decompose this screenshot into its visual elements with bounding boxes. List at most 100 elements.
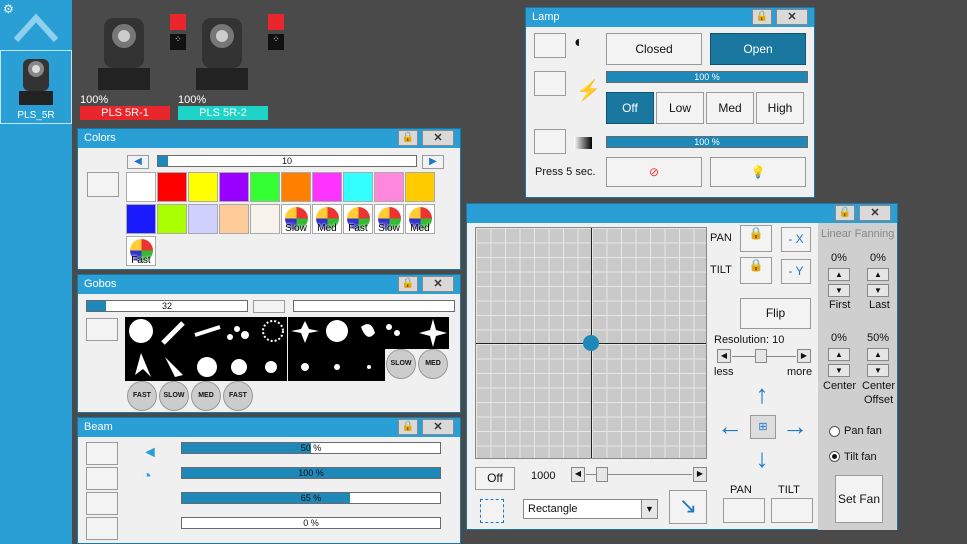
shutter-bar[interactable]: 100 % xyxy=(606,136,808,148)
tilt-lock-button[interactable]: 🔒 xyxy=(740,257,772,284)
color-swatch[interactable] xyxy=(157,204,187,234)
color-wheel-button[interactable]: Med xyxy=(405,204,435,234)
fixture-card-1[interactable]: 100% PLS 5R-1 ⁘ xyxy=(80,14,186,124)
shutter-open-button[interactable]: Open xyxy=(710,33,806,65)
flip-button[interactable]: Flip xyxy=(740,298,811,329)
prev-arrow-icon[interactable]: ◀ xyxy=(127,155,149,169)
strobe-button[interactable] xyxy=(534,71,566,96)
beam-bar[interactable]: 0 % xyxy=(181,517,441,529)
gobo-rotation-button[interactable]: MED xyxy=(191,381,221,411)
pan-button[interactable] xyxy=(723,498,765,523)
offset-up-button[interactable]: ▲ xyxy=(867,348,889,361)
gobo-rotation-button[interactable]: FAST xyxy=(127,381,157,411)
fixture-card-2[interactable]: 100% PLS 5R-2 ⁘ xyxy=(178,14,284,124)
lamp-on-off-button[interactable] xyxy=(534,33,566,58)
lamp-on-bulb-button[interactable]: 💡 xyxy=(710,157,806,187)
lamp-high-button[interactable]: High xyxy=(756,92,804,124)
color-swatch[interactable] xyxy=(219,172,249,202)
select-rect-icon[interactable] xyxy=(480,499,504,523)
close-button[interactable]: ✕ xyxy=(776,9,808,25)
lock-icon[interactable]: 🔒 xyxy=(398,276,418,292)
center-down-button[interactable]: ▼ xyxy=(828,364,850,377)
shape-select[interactable]: Rectangle ▼ xyxy=(523,499,658,519)
gobo-rotation-button[interactable]: SLOW xyxy=(386,349,416,379)
color-swatch[interactable] xyxy=(250,204,280,234)
lock-icon[interactable]: 🔒 xyxy=(752,9,772,25)
color-swatch[interactable] xyxy=(126,204,156,234)
color-swatch[interactable] xyxy=(281,172,311,202)
position-marker[interactable] xyxy=(583,335,599,351)
color-swatch[interactable] xyxy=(126,172,156,202)
color-swatch[interactable] xyxy=(250,172,280,202)
arrow-up-icon[interactable]: ↑ xyxy=(746,379,778,411)
color-swatch[interactable] xyxy=(188,172,218,202)
close-button[interactable]: ✕ xyxy=(422,130,454,146)
beam-bar[interactable]: 100 % xyxy=(181,467,441,479)
color-swatch[interactable] xyxy=(188,204,218,234)
lamp-off-button[interactable]: Off xyxy=(606,92,654,124)
beam-button-2[interactable] xyxy=(86,467,118,490)
shutter-level-button[interactable] xyxy=(534,129,566,154)
pantilt-grid[interactable] xyxy=(475,227,707,459)
color-swatch[interactable] xyxy=(374,172,404,202)
invert-y-button[interactable]: - Y xyxy=(781,259,811,284)
center-icon[interactable]: ⊞ xyxy=(750,415,776,439)
lamp-off-bulb-button[interactable]: ⊘ xyxy=(606,157,702,187)
gobo-open-button[interactable] xyxy=(86,318,118,341)
resolution-more-button[interactable]: ▶ xyxy=(797,349,811,363)
arrow-down-icon[interactable]: ↓ xyxy=(746,443,778,475)
beam-bar[interactable]: 65 % xyxy=(181,492,441,504)
color-swatch[interactable] xyxy=(157,172,187,202)
pan-fan-radio[interactable] xyxy=(829,426,840,437)
lock-icon[interactable]: 🔒 xyxy=(398,130,418,146)
lamp-med-button[interactable]: Med xyxy=(706,92,754,124)
offset-down-button[interactable]: ▼ xyxy=(867,364,889,377)
tilt-fan-radio[interactable] xyxy=(829,451,840,462)
arrow-left-icon[interactable]: ← xyxy=(714,411,746,443)
speed-right-button[interactable]: ▶ xyxy=(693,467,707,482)
center-up-button[interactable]: ▲ xyxy=(828,348,850,361)
resolution-less-button[interactable]: ◀ xyxy=(717,349,731,363)
lamp-low-button[interactable]: Low xyxy=(656,92,704,124)
speed-thumb[interactable] xyxy=(596,467,608,482)
shutter-closed-button[interactable]: Closed xyxy=(606,33,702,65)
lock-icon[interactable]: 🔒 xyxy=(835,205,855,221)
dimmer-bar[interactable]: 100 % xyxy=(606,71,808,83)
color-wheel-button[interactable]: Slow xyxy=(374,204,404,234)
sidebar-fixture-tile[interactable]: PLS_5R xyxy=(0,50,72,124)
diagonal-arrow-icon[interactable]: ↘ xyxy=(669,490,707,524)
color-wheel-button[interactable]: Med xyxy=(312,204,342,234)
color-open-button[interactable] xyxy=(87,172,119,197)
next-arrow-icon[interactable]: ▶ xyxy=(422,155,444,169)
pantilt-off-button[interactable]: Off xyxy=(475,467,515,490)
close-button[interactable]: ✕ xyxy=(859,205,891,221)
arrow-right-icon[interactable]: → xyxy=(779,411,811,443)
last-up-button[interactable]: ▲ xyxy=(867,268,889,281)
gobo-spacer-button[interactable] xyxy=(253,300,285,313)
chevron-up-icon[interactable] xyxy=(13,10,59,44)
color-swatch[interactable] xyxy=(343,172,373,202)
resolution-thumb[interactable] xyxy=(755,349,767,363)
gobo-rotation-button[interactable]: FAST xyxy=(223,381,253,411)
pan-lock-button[interactable]: 🔒 xyxy=(740,225,772,252)
beam-button-1[interactable] xyxy=(86,442,118,465)
color-swatch[interactable] xyxy=(219,204,249,234)
invert-x-button[interactable]: - X xyxy=(781,227,811,252)
lock-icon[interactable]: 🔒 xyxy=(398,419,418,435)
gobo-rotation-slider[interactable] xyxy=(293,300,455,312)
tilt-button[interactable] xyxy=(771,498,813,523)
color-wheel-button[interactable]: Fast xyxy=(343,204,373,234)
close-button[interactable]: ✕ xyxy=(422,419,454,435)
beam-button-4[interactable] xyxy=(86,517,118,540)
gobo-rotation-button[interactable]: MED xyxy=(418,349,448,379)
first-down-button[interactable]: ▼ xyxy=(828,284,850,297)
beam-button-3[interactable] xyxy=(86,492,118,515)
color-wheel-button[interactable]: Fast xyxy=(126,236,156,266)
color-wheel-button[interactable]: Slow xyxy=(281,204,311,234)
set-fan-button[interactable]: Set Fan xyxy=(835,475,883,523)
last-down-button[interactable]: ▼ xyxy=(867,284,889,297)
beam-bar[interactable]: 50 % xyxy=(181,442,441,454)
speed-left-button[interactable]: ◀ xyxy=(571,467,585,482)
color-swatch[interactable] xyxy=(405,172,435,202)
close-button[interactable]: ✕ xyxy=(422,276,454,292)
